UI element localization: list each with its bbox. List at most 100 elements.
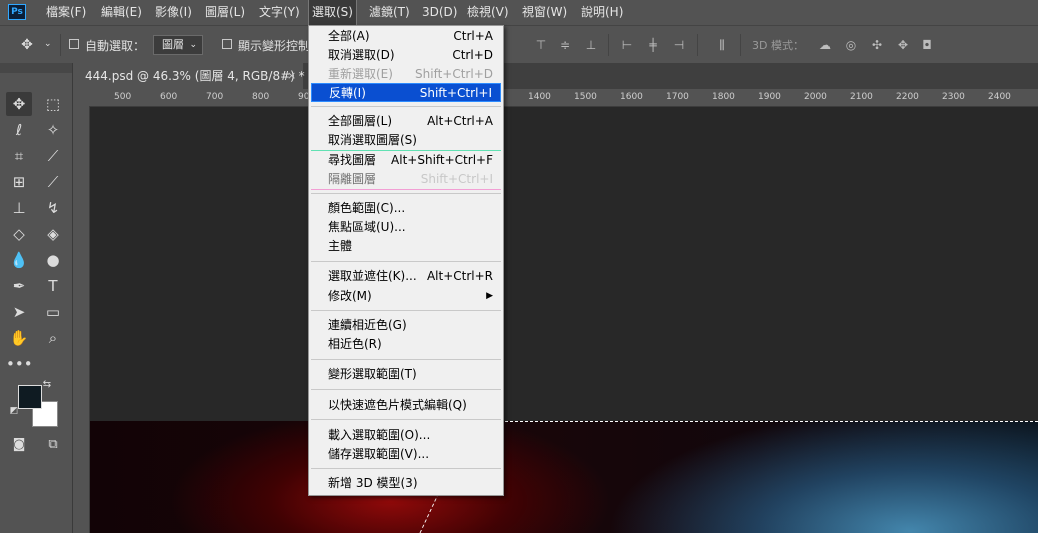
align-left-icon[interactable]: ⊢ [620, 38, 634, 52]
menu-type[interactable]: 文字(Y) [259, 0, 300, 25]
menu-item-all[interactable]: 全部(A) Ctrl+A [311, 27, 501, 46]
menu-edit[interactable]: 編輯(E) [101, 0, 142, 25]
menu-separator [311, 468, 501, 469]
menu-image[interactable]: 影像(I) [155, 0, 192, 25]
3d-slide-icon[interactable]: ✥ [896, 38, 910, 52]
zoom-tool-icon[interactable]: ⌕ [40, 326, 66, 350]
menu-item-similar[interactable]: 相近色(R) [311, 335, 501, 354]
menu-item-label: 選取並遮住(K)... [328, 269, 417, 283]
ruler-label: 2200 [896, 92, 919, 102]
type-tool-icon[interactable]: T [40, 274, 66, 298]
divider [697, 34, 698, 56]
hand-tool-icon[interactable]: ✋ [6, 326, 32, 350]
menu-window[interactable]: 視窗(W) [522, 0, 567, 25]
move-tool-icon[interactable]: ✥ [14, 33, 40, 57]
auto-select-dropdown[interactable]: 圖層 ⌄ [153, 35, 203, 55]
eraser-tool-icon[interactable]: ◇ [6, 222, 32, 246]
pen-tool-icon[interactable]: ✒ [6, 274, 32, 298]
horizontal-ruler: 500 600 700 800 900 1400 1500 1600 1700 … [89, 89, 1038, 107]
menu-item-label: 顏色範圍(C)... [328, 201, 406, 215]
healing-tool-icon[interactable]: ⊞ [6, 170, 32, 194]
menu-item-quick-mask[interactable]: 以快速遮色片模式編輯(Q) [311, 396, 501, 415]
menu-item-subject[interactable]: 主體 [311, 237, 501, 256]
ruler-label: 2100 [850, 92, 873, 102]
rectangle-tool-icon[interactable]: ▭ [40, 300, 66, 324]
move-tool-icon[interactable]: ✥ [6, 92, 32, 116]
foreground-color-swatch[interactable] [18, 385, 42, 409]
menu-item-transform-selection[interactable]: 變形選取範圍(T) [311, 365, 501, 384]
document-tab[interactable]: 444.psd @ 46.3% (圖層 4, RGB/8#) * × [73, 63, 305, 89]
stamp-tool-icon[interactable]: ⊥ [6, 196, 32, 220]
align-center-icon[interactable]: ╪ [646, 38, 660, 52]
align-bottom-icon[interactable]: ⊥ [584, 38, 598, 52]
menu-select[interactable]: 選取(S) [308, 0, 357, 26]
document-tab-bar: 444.psd @ 46.3% (圖層 4, RGB/8#) * × [73, 63, 1038, 89]
menu-item-load-selection[interactable]: 載入選取範圍(O)... [311, 426, 501, 445]
menu-separator [311, 389, 501, 390]
distribute-icon[interactable]: ⫼ [715, 38, 729, 52]
selection-marquee [415, 421, 1038, 423]
menu-item-inverse[interactable]: 反轉(I) Shift+Ctrl+I [311, 83, 501, 102]
3d-pan-icon[interactable]: ✣ [870, 38, 884, 52]
document-image[interactable] [90, 421, 1038, 533]
menu-3d[interactable]: 3D(D) [422, 0, 457, 25]
brush-tool-icon[interactable]: ⟋ [40, 170, 66, 194]
menu-item-select-and-mask[interactable]: 選取並遮住(K)... Alt+Ctrl+R [311, 267, 501, 286]
tools-panel: ✥ ⬚ ℓ ✧ ⌗ ⟋ ⊞ ⟋ ⊥ ↯ ◇ ◈ 💧 ● ✒ T ➤ ▭ ✋ ⌕ … [0, 63, 73, 533]
default-colors-icon[interactable]: ◩ [8, 399, 20, 423]
align-top-icon[interactable]: ⊤ [534, 38, 548, 52]
more-tools-icon[interactable]: ••• [6, 352, 33, 376]
ruler-label: 1400 [528, 92, 551, 102]
menu-item-shortcut: Alt+Ctrl+R [426, 269, 493, 283]
3d-orbit-icon[interactable]: ☁ [818, 38, 832, 52]
menu-help[interactable]: 說明(H) [581, 0, 623, 25]
submenu-arrow-icon: ▶ [486, 291, 493, 301]
menu-item-focus-area[interactable]: 焦點區域(U)... [311, 218, 501, 237]
menu-item-all-layers[interactable]: 全部圖層(L) Alt+Ctrl+A [311, 112, 501, 131]
blur-tool-icon[interactable]: 💧 [6, 248, 32, 272]
marquee-tool-icon[interactable]: ⬚ [40, 92, 66, 116]
show-transform-checkbox[interactable] [222, 39, 232, 49]
align-middle-icon[interactable]: ≑ [558, 38, 572, 52]
menu-view[interactable]: 檢視(V) [467, 0, 509, 25]
align-right-icon[interactable]: ⊣ [672, 38, 686, 52]
history-brush-tool-icon[interactable]: ↯ [40, 196, 66, 220]
menu-item-find-layers[interactable]: 尋找圖層 Alt+Shift+Ctrl+F [311, 150, 501, 170]
magic-wand-tool-icon[interactable]: ✧ [40, 118, 66, 142]
chevron-down-icon: ⌄ [189, 40, 197, 50]
menu-item-shortcut: Alt+Shift+Ctrl+F [391, 153, 493, 167]
panel-collapse-bar[interactable] [0, 63, 72, 73]
menu-item-label: 焦點區域(U)... [328, 220, 406, 234]
menu-separator [311, 106, 501, 107]
menu-layer[interactable]: 圖層(L) [205, 0, 245, 25]
menu-item-modify[interactable]: 修改(M) ▶ [311, 287, 501, 306]
menu-item-label: 修改(M) [328, 289, 372, 303]
menu-item-grow[interactable]: 連續相近色(G) [311, 316, 501, 335]
ruler-label: 1500 [574, 92, 597, 102]
menu-separator [311, 359, 501, 360]
menu-separator [311, 419, 501, 420]
dodge-tool-icon[interactable]: ● [40, 248, 66, 272]
3d-roll-icon[interactable]: ◎ [844, 38, 858, 52]
path-selection-tool-icon[interactable]: ➤ [6, 300, 32, 324]
quick-mask-icon[interactable]: ◙ [6, 433, 32, 457]
paint-bucket-tool-icon[interactable]: ◈ [40, 222, 66, 246]
crop-tool-icon[interactable]: ⌗ [6, 144, 32, 168]
close-icon[interactable]: × [287, 63, 296, 89]
ruler-label: 1800 [712, 92, 735, 102]
chevron-down-icon[interactable]: ⌄ [44, 39, 52, 49]
menu-item-save-selection[interactable]: 儲存選取範圍(V)... [311, 445, 501, 464]
menu-item-color-range[interactable]: 顏色範圍(C)... [311, 199, 501, 218]
menu-item-label: 尋找圖層 [328, 153, 377, 167]
screen-mode-icon[interactable]: ⧉ [40, 433, 66, 457]
3d-camera-icon[interactable]: ◘ [920, 38, 934, 52]
menu-item-deselect[interactable]: 取消選取(D) Ctrl+D [311, 46, 501, 65]
menu-file[interactable]: 檔案(F) [46, 0, 86, 25]
menu-filter[interactable]: 濾鏡(T) [369, 0, 410, 25]
menu-item-deselect-layers[interactable]: 取消選取圖層(S) [311, 131, 501, 150]
lasso-tool-icon[interactable]: ℓ [6, 118, 32, 142]
eyedropper-tool-icon[interactable]: ⟋ [40, 144, 66, 168]
menu-item-new-3d-model[interactable]: 新增 3D 模型(3) [311, 474, 501, 493]
auto-select-checkbox[interactable] [69, 39, 79, 49]
swap-colors-icon[interactable]: ⇆ [40, 373, 54, 397]
